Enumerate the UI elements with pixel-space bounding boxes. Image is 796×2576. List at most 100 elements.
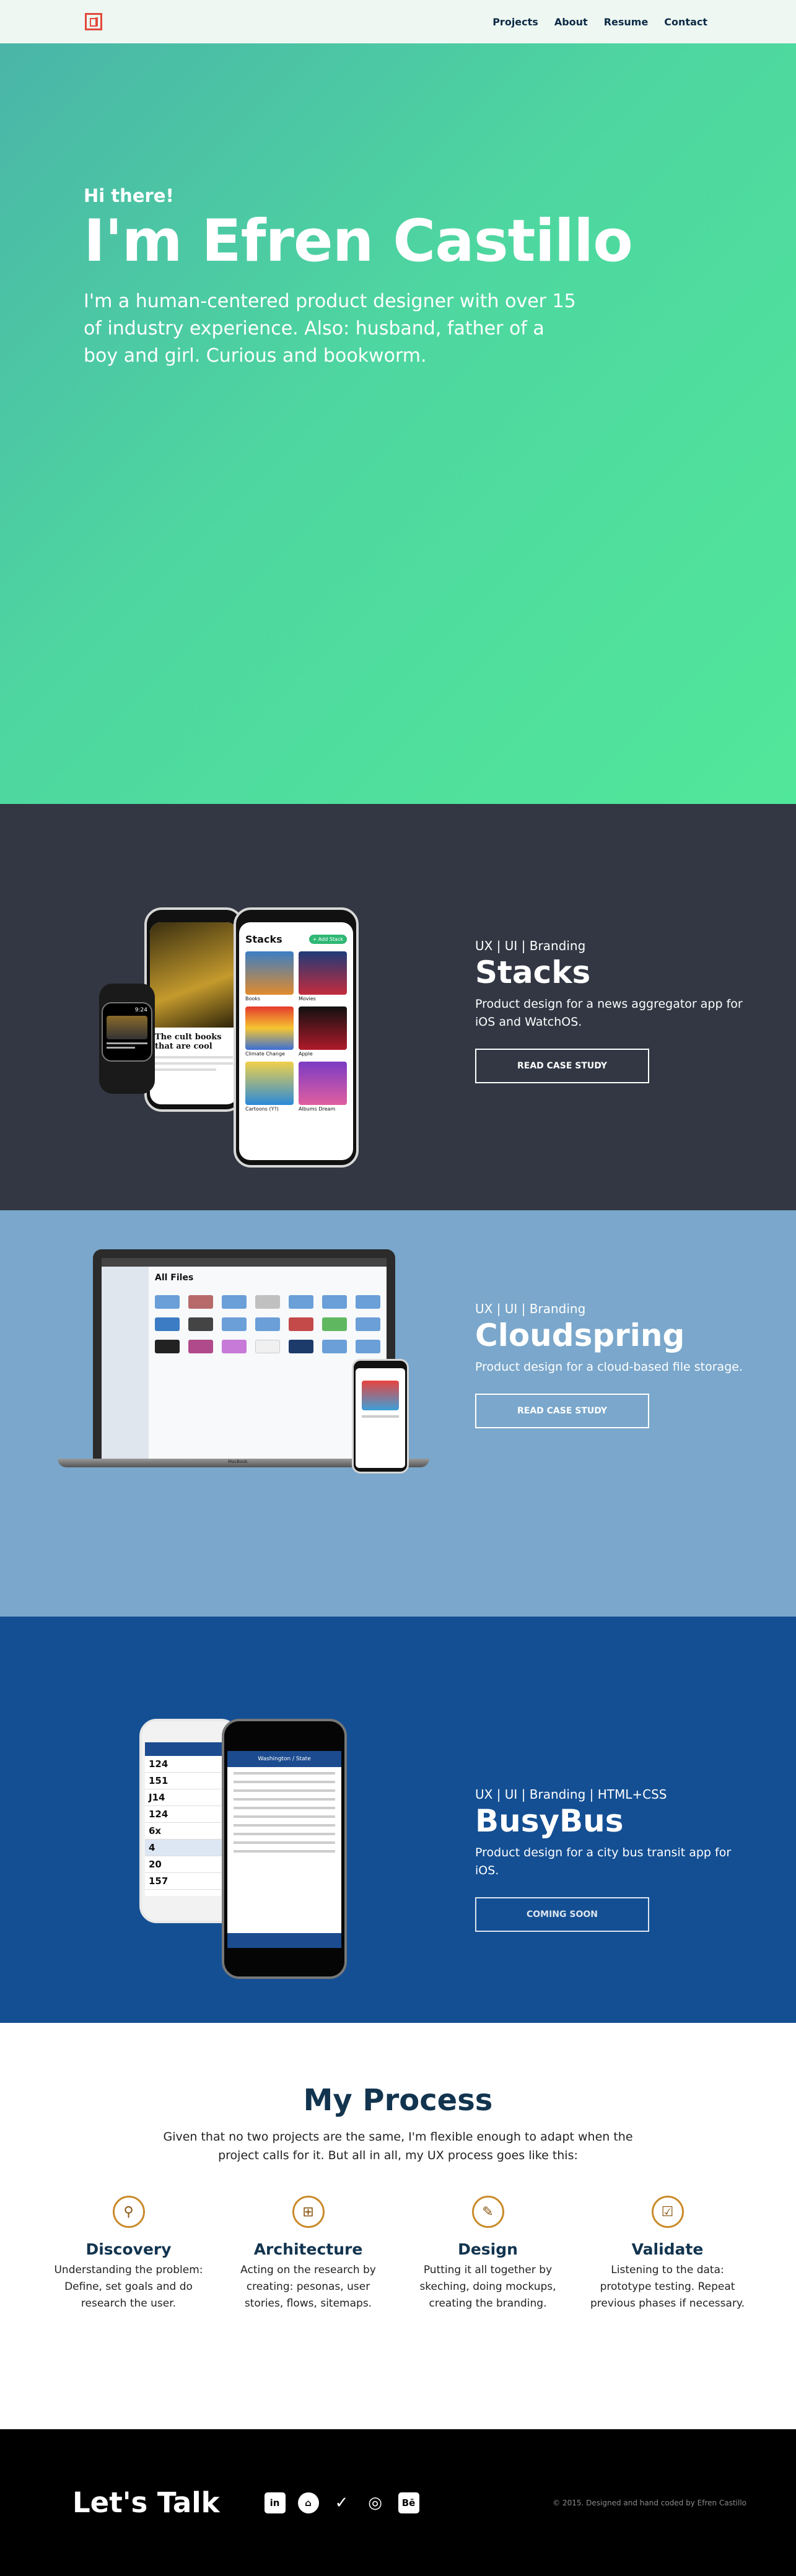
laptop-mockup: All Files	[93, 1249, 395, 1459]
route-row[interactable]: 20	[145, 1856, 233, 1873]
stack-card[interactable]: Albums Dream	[299, 1062, 347, 1112]
folder-icon[interactable]	[222, 1317, 247, 1331]
folder-icon[interactable]	[222, 1295, 247, 1309]
file-icon[interactable]	[255, 1295, 280, 1309]
nav-projects[interactable]: Projects	[492, 16, 538, 28]
file-icon[interactable]	[255, 1340, 280, 1353]
palette-icon: ✎	[471, 2196, 504, 2228]
linkedin-icon[interactable]: in	[264, 2492, 286, 2513]
project-description: Product design for a city bus transit ap…	[475, 1846, 732, 1877]
stack-card[interactable]: Cartoons (Y?)	[245, 1062, 294, 1112]
phone-mockup-right: Washington / State	[222, 1719, 347, 1979]
file-icon[interactable]	[188, 1317, 213, 1331]
footer: Let's Talk in ⌂ ✓ ◎ Bē © 2015. Designed …	[0, 2429, 796, 2576]
behance-icon[interactable]: Bē	[398, 2492, 419, 2513]
project-info: UX | UI | Branding | HTML+CSS BusyBus Pr…	[475, 1787, 748, 1932]
add-stack-pill[interactable]: + Add Stack	[308, 935, 347, 944]
nav-contact[interactable]: Contact	[664, 16, 707, 28]
route-row[interactable]: 151	[145, 1773, 233, 1789]
hero-name: I'm Efren Castillo	[84, 207, 633, 275]
twitter-icon[interactable]: ✓	[331, 2492, 352, 2513]
step-text: Listening to the data: prototype testing…	[590, 2264, 745, 2310]
step-title: Architecture	[253, 2240, 363, 2258]
phone-mockup-right: Stacks + Add Stack Books Movies Climate …	[234, 907, 359, 1168]
file-icon[interactable]	[188, 1295, 213, 1309]
stack-card[interactable]: Climate Change	[245, 1006, 294, 1057]
step-text: Understanding the problem: Define, set g…	[54, 2264, 203, 2310]
route-row[interactable]: J14	[145, 1789, 233, 1806]
file-icon[interactable]	[289, 1317, 313, 1331]
project-cloudspring: All Files MacBook UX | UI | Branding Clo…	[0, 1210, 796, 1617]
project-description: Product design for a cloud-based file st…	[475, 1360, 743, 1374]
process-intro: Given that no two projects are the same,…	[163, 2130, 633, 2162]
step-architecture: ⊞ Architecture Acting on the research by…	[231, 2196, 386, 2312]
app-header: Stacks	[245, 933, 282, 945]
folder-icon[interactable]	[356, 1317, 380, 1331]
app-header: Washington / State	[227, 1751, 341, 1767]
process-section: My Process Given that no two projects ar…	[0, 2023, 796, 2429]
folder-icon[interactable]	[322, 1340, 347, 1353]
folder-icon[interactable]	[155, 1317, 180, 1331]
files-header: All Files	[155, 1273, 194, 1283]
file-icon[interactable]	[289, 1340, 313, 1353]
step-discovery: ⚲ Discovery Understanding the problem: D…	[51, 2196, 206, 2312]
file-icon[interactable]	[155, 1340, 180, 1353]
route-row[interactable]: 6x	[145, 1823, 233, 1840]
sitemap-icon: ⊞	[292, 2196, 325, 2228]
stack-card[interactable]: Apple	[299, 1006, 347, 1057]
route-row[interactable]: 124	[145, 1806, 233, 1823]
folder-icon[interactable]	[322, 1295, 347, 1309]
route-row[interactable]: 124	[145, 1756, 233, 1773]
folder-icon[interactable]	[356, 1340, 380, 1353]
step-text: Acting on the research by creating: peso…	[240, 2264, 376, 2310]
phone-screen: Washington / State	[227, 1751, 341, 1948]
project-info: UX | UI | Branding Cloudspring Product d…	[475, 1301, 748, 1428]
laptop-screen: All Files	[102, 1258, 387, 1459]
logo-icon[interactable]	[85, 13, 102, 30]
folder-icon[interactable]	[255, 1317, 280, 1331]
hero-section: Hi there! I'm Efren Castillo I'm a human…	[0, 43, 796, 804]
step-title: Design	[458, 2240, 518, 2258]
step-title: Discovery	[85, 2240, 172, 2258]
project-tags: UX | UI | Branding | HTML+CSS	[475, 1787, 667, 1802]
stack-card[interactable]: Movies	[299, 951, 347, 1002]
stack-card[interactable]: Books	[245, 951, 294, 1002]
process-title: My Process	[303, 2083, 493, 2118]
file-icon[interactable]	[188, 1340, 213, 1353]
nav-resume[interactable]: Resume	[604, 16, 649, 28]
project-tags: UX | UI | Branding	[475, 938, 586, 953]
folder-icon[interactable]	[322, 1317, 347, 1331]
folder-icon[interactable]	[155, 1295, 180, 1309]
route-row[interactable]: 157	[145, 1873, 233, 1890]
checklist-icon: ☑	[651, 2196, 684, 2228]
folder-icon[interactable]	[289, 1295, 313, 1309]
laptop-label: MacBook	[228, 1459, 248, 1464]
instagram-icon[interactable]: ◎	[365, 2492, 386, 2513]
folder-icon[interactable]	[222, 1340, 247, 1353]
phone-screen	[356, 1368, 405, 1468]
project-info: UX | UI | Branding Stacks Product design…	[475, 938, 748, 1083]
tab-bar[interactable]	[227, 1933, 341, 1948]
hero-bio: I'm a human-centered product designer wi…	[84, 290, 576, 367]
phone-screen-stacks: Stacks + Add Stack Books Movies Climate …	[239, 922, 353, 1160]
watch-mockup: 9:24	[99, 984, 155, 1094]
phone-mockup-small	[352, 1359, 409, 1474]
github-icon[interactable]: ⌂	[297, 2492, 319, 2513]
top-nav: Projects About Resume Contact	[0, 0, 796, 43]
route-row[interactable]: 4	[145, 1840, 233, 1856]
phone-screen: The cult books that are cool	[150, 922, 238, 1104]
project-stacks: The cult books that are cool Stacks + Ad…	[0, 804, 796, 1210]
file-sidebar	[102, 1267, 149, 1459]
route-list: 124 151 J14 124 6x 4 20 157	[145, 1756, 233, 1890]
nav-links: Projects About Resume Contact	[492, 16, 707, 28]
nav-about[interactable]: About	[554, 16, 588, 28]
step-title: Validate	[631, 2240, 704, 2258]
folder-icon[interactable]	[356, 1295, 380, 1309]
step-validate: ☑ Validate Listening to the data: protot…	[590, 2196, 745, 2312]
project-tags: UX | UI | Branding	[475, 1301, 586, 1316]
read-case-study-button[interactable]: READ CASE STUDY	[475, 1049, 649, 1083]
read-case-study-button[interactable]: READ CASE STUDY	[475, 1394, 649, 1428]
article-title: The cult books that are cool	[155, 1033, 222, 1051]
watch-time: 9:24	[134, 1007, 147, 1013]
coming-soon-button[interactable]: COMING SOON	[475, 1897, 649, 1932]
